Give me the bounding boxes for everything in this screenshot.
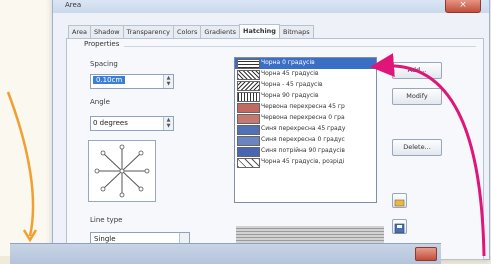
list-item[interactable]: Чорна 0 градусів xyxy=(235,58,376,69)
hatch-swatch xyxy=(237,59,260,69)
title-bar: Area × xyxy=(53,0,489,13)
angle-label: Angle xyxy=(90,98,110,106)
line-type-label: Line type xyxy=(90,216,123,224)
hatch-swatch xyxy=(237,81,260,91)
angle-dial[interactable] xyxy=(88,140,156,202)
spacing-value: 0.10cm xyxy=(93,76,126,84)
list-item[interactable]: Чорна 45 градусів xyxy=(235,69,376,80)
delete-button[interactable]: Delete... xyxy=(392,139,442,156)
spacing-stepper[interactable]: ▲ ▼ xyxy=(163,75,173,88)
hatch-swatch xyxy=(237,125,260,135)
angle-stepper[interactable]: ▲ ▼ xyxy=(163,117,173,130)
list-item[interactable]: Червона перехресна 0 гра xyxy=(235,113,376,124)
list-item[interactable]: Чорна 45 градусів, розріді xyxy=(235,157,376,168)
close-button[interactable]: × xyxy=(445,0,481,13)
save-icon xyxy=(394,223,405,234)
folder-icon xyxy=(394,199,405,207)
hatch-list[interactable]: Чорна 0 градусів Чорна 45 градусів Чорна… xyxy=(234,57,377,203)
hatch-swatch xyxy=(237,70,260,80)
list-item[interactable]: Синя потрійна 90 градусів xyxy=(235,146,376,157)
tab-bar: Area Shadow Transparency Colors Gradient… xyxy=(68,24,314,40)
hatch-swatch xyxy=(237,136,260,146)
hatch-swatch xyxy=(237,114,260,124)
save-list-button[interactable] xyxy=(392,219,407,234)
angle-dial-icon xyxy=(94,144,150,198)
list-item[interactable]: Синя перехресна 45 граду xyxy=(235,124,376,135)
modify-button[interactable]: Modify xyxy=(392,88,442,105)
spacing-label: Spacing xyxy=(90,60,118,68)
hatch-swatch xyxy=(237,103,260,113)
hatch-swatch xyxy=(237,158,260,168)
angle-field[interactable]: 0 degrees ▲ ▼ xyxy=(90,116,174,131)
close-icon[interactable] xyxy=(415,247,437,261)
second-dialog-titlebar xyxy=(10,243,441,264)
list-item[interactable]: Чорна 90 градусів xyxy=(235,91,376,102)
add-button[interactable]: Add... xyxy=(392,62,442,79)
dialog-title: Area xyxy=(65,1,82,9)
load-list-button[interactable] xyxy=(392,193,407,208)
hatch-swatch xyxy=(237,92,260,102)
list-item[interactable]: Синя перехресна 0 градус xyxy=(235,135,376,146)
angle-value: 0 degrees xyxy=(93,119,128,127)
hatch-swatch xyxy=(237,147,260,157)
group-divider xyxy=(124,46,476,47)
spacing-field[interactable]: 0.10cm ▲ ▼ xyxy=(90,74,174,89)
line-type-value: Single xyxy=(94,235,116,243)
list-item[interactable]: Червона перехресна 45 гр xyxy=(235,102,376,113)
properties-group-label: Properties xyxy=(82,40,122,48)
list-item[interactable]: Чорна - 45 градусів xyxy=(235,80,376,91)
